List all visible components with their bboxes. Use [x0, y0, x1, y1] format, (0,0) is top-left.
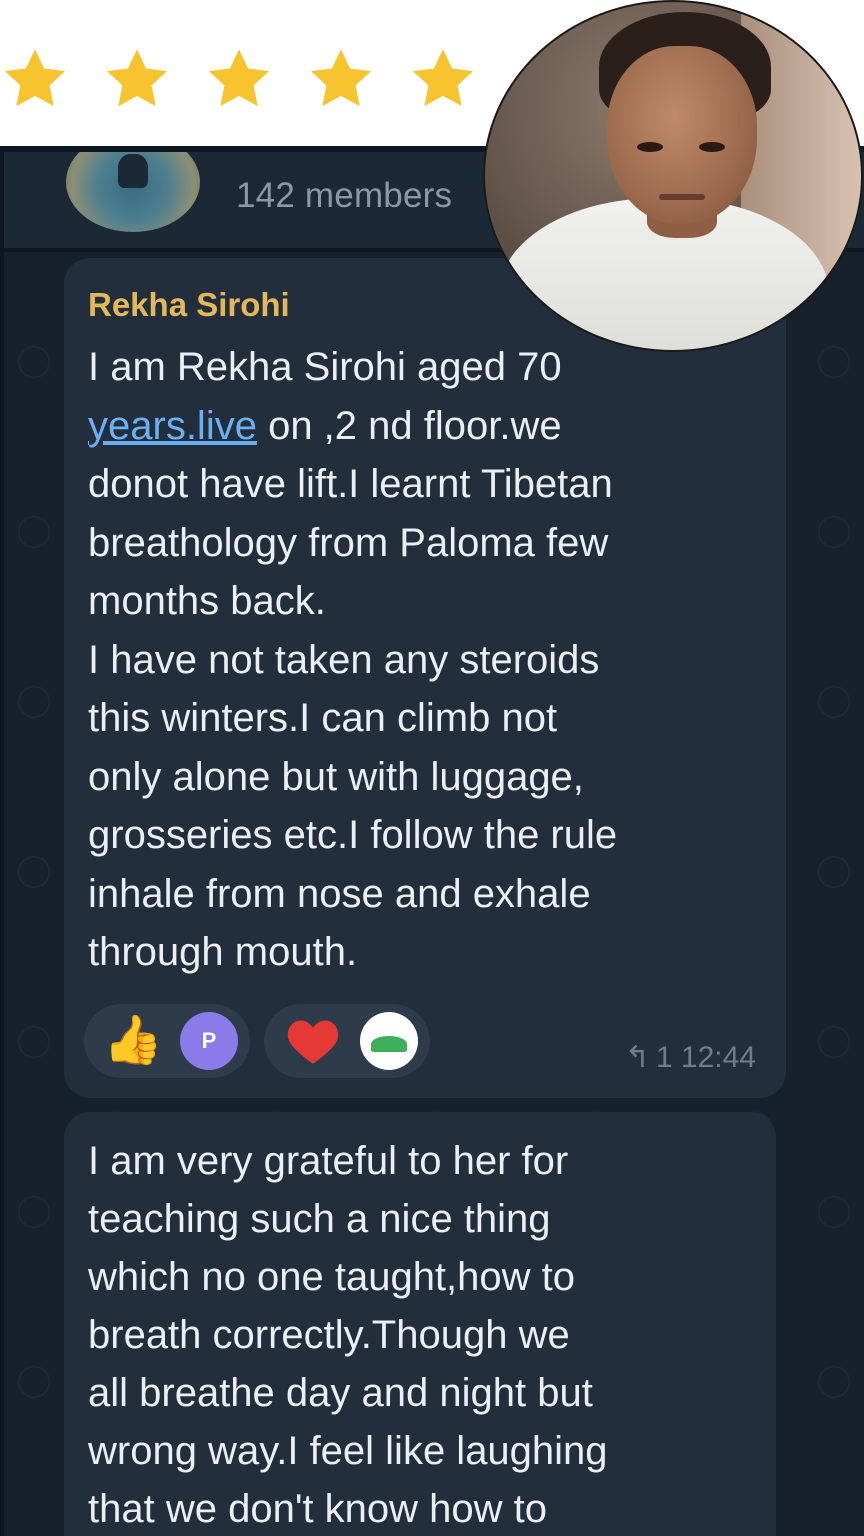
reply-count: 1	[655, 1041, 673, 1074]
reply-icon: ↰	[624, 1041, 650, 1074]
thumbs-up-icon: 👍	[103, 1014, 163, 1067]
message-body: on ,2 nd floor.we donot have lift.I lear…	[88, 403, 618, 975]
star-icon	[306, 44, 376, 114]
avatar-leaf-icon	[360, 1012, 418, 1070]
sender-name[interactable]: Rekha Sirohi	[88, 286, 290, 324]
star-icon	[204, 44, 274, 114]
message-time: 12:44	[680, 1041, 756, 1074]
avatar-figure	[118, 154, 148, 188]
star-icon	[408, 44, 478, 114]
message-meta: ↰ 1 12:44	[625, 1040, 756, 1075]
star-icon	[102, 44, 172, 114]
chat-screenshot: 142 members Rekha Sirohi I am Rekha Siro…	[0, 146, 864, 1536]
message-bubble[interactable]: I am very grateful to her for teaching s…	[64, 1112, 776, 1536]
message-text: I am Rekha Sirohi aged 70 years.live on …	[88, 338, 768, 982]
group-avatar[interactable]	[66, 152, 200, 232]
photo-face	[607, 46, 757, 224]
reviewer-photo	[483, 0, 863, 352]
message-line: I am Rekha Sirohi aged 70	[88, 345, 562, 389]
avatar-p-icon: P	[180, 1012, 238, 1070]
rating-stars	[0, 38, 500, 118]
member-count: 142 members	[236, 176, 453, 215]
message-bubble[interactable]: Rekha Sirohi I am Rekha Sirohi aged 70 y…	[64, 258, 786, 1098]
message-text: I am very grateful to her for teaching s…	[88, 1139, 608, 1531]
message-link[interactable]: years.live	[88, 404, 257, 448]
heart-icon	[284, 1012, 342, 1070]
star-icon	[0, 44, 70, 114]
